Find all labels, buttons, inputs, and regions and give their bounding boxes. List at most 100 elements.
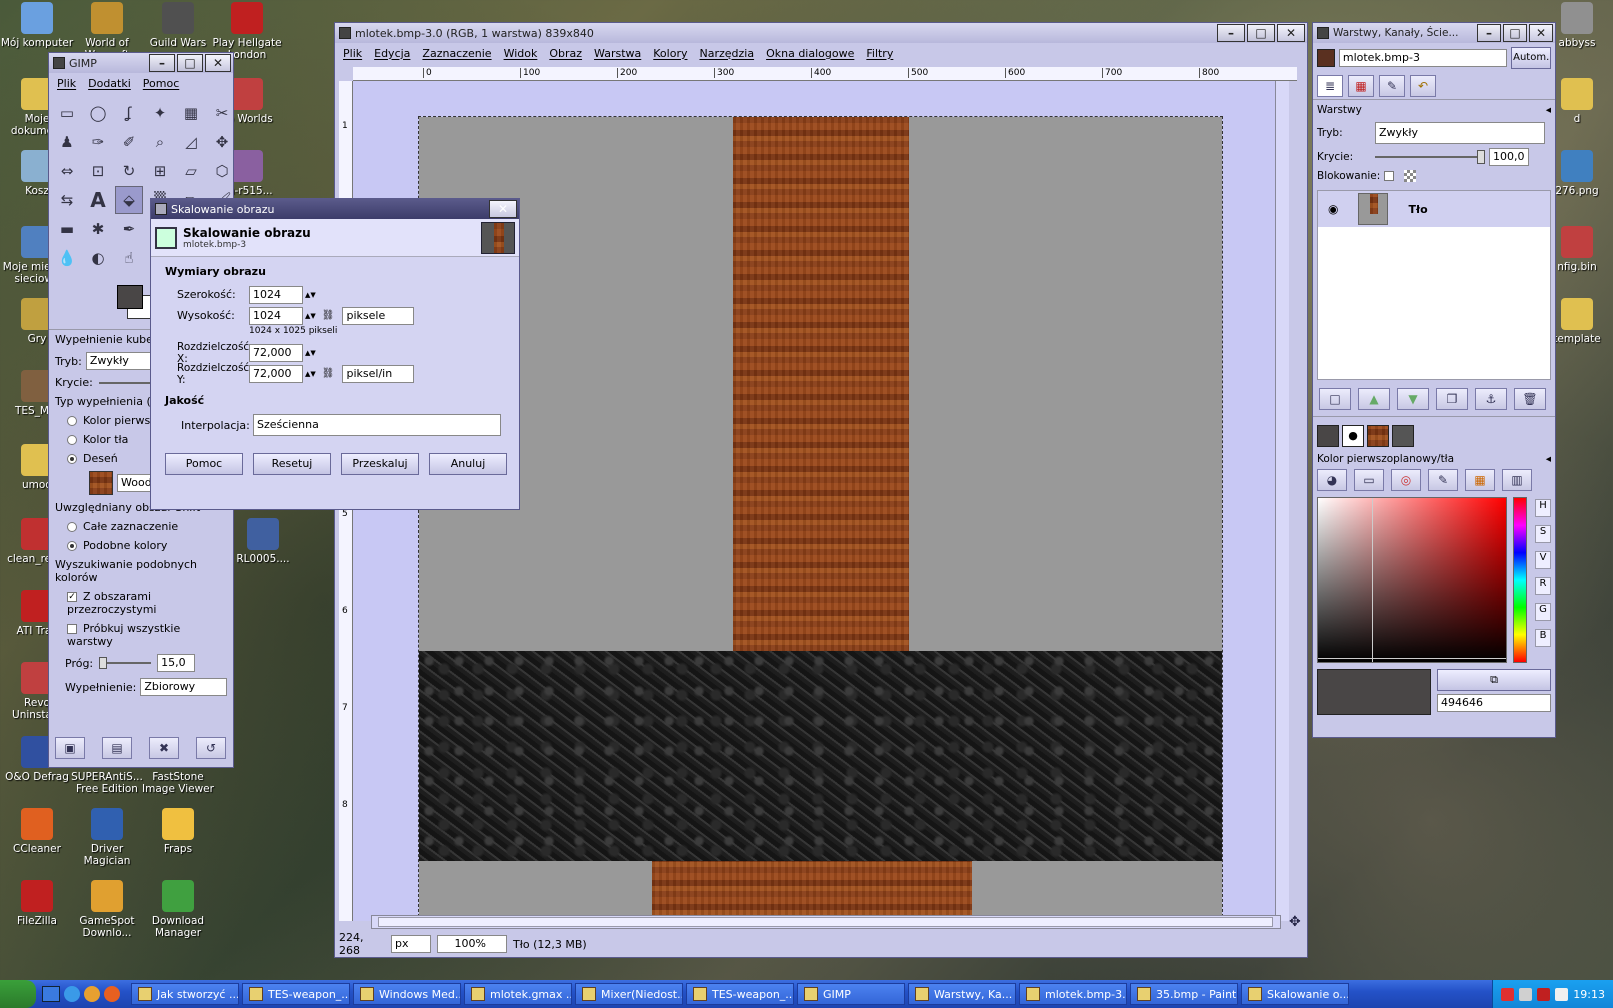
- image-menu-item[interactable]: Narzędzia: [699, 47, 754, 60]
- color-select-icon[interactable]: ▦: [177, 99, 205, 127]
- dialog-titlebar[interactable]: Skalowanie obrazu ✕: [151, 199, 519, 219]
- close-button[interactable]: ✕: [205, 54, 231, 72]
- triangle-selector-icon[interactable]: ◎: [1391, 469, 1421, 491]
- gradient-tab-icon[interactable]: [1392, 425, 1414, 447]
- scissors-icon[interactable]: ✂: [208, 99, 236, 127]
- help-button[interactable]: Pomoc: [165, 453, 243, 475]
- xres-spinner[interactable]: ▲▼: [305, 349, 316, 357]
- quicklaunch-firefox-icon[interactable]: [104, 986, 120, 1002]
- minimize-button[interactable]: –: [149, 54, 175, 72]
- paths-icon[interactable]: ✑: [84, 128, 112, 156]
- measure-icon[interactable]: ◿: [177, 128, 205, 156]
- width-input[interactable]: 1024: [249, 285, 303, 304]
- sample-merged-checkbox[interactable]: [67, 624, 77, 634]
- tray-ati-icon[interactable]: [1537, 987, 1551, 1001]
- tray-network-icon[interactable]: [1519, 987, 1533, 1001]
- image-close-button[interactable]: ✕: [1277, 24, 1305, 42]
- taskbar-task[interactable]: TES-weapon_...: [242, 983, 350, 1005]
- image-titlebar[interactable]: mlotek.bmp-3.0 (RGB, 1 warstwa) 839x840 …: [335, 23, 1307, 43]
- colors-panel-menu-icon[interactable]: ◂: [1546, 453, 1551, 465]
- pattern-swatch[interactable]: [89, 471, 113, 495]
- menu-plik[interactable]: Plik: [57, 77, 76, 90]
- image-menu-item[interactable]: Okna dialogowe: [766, 47, 854, 60]
- new-layer-icon[interactable]: □: [1319, 388, 1351, 410]
- menu-pomoc[interactable]: Pomoc: [143, 77, 179, 90]
- layer-opacity-slider[interactable]: [1375, 150, 1485, 164]
- res-chain-icon[interactable]: ⛓: [322, 368, 335, 379]
- color-picker-icon[interactable]: ✐: [115, 128, 143, 156]
- taskbar-task[interactable]: mlotek.bmp-3...: [1019, 983, 1127, 1005]
- horizontal-ruler[interactable]: 0 100 200 300 400 500 600 700 800: [353, 67, 1297, 81]
- taskbar-task[interactable]: Mixer(Niedost...: [575, 983, 683, 1005]
- transparent-checkbox[interactable]: ✓: [67, 592, 77, 602]
- desktop-icon-guild-wars[interactable]: Guild Wars: [141, 2, 215, 49]
- image-menu-item[interactable]: Widok: [504, 47, 538, 60]
- reset-options-icon[interactable]: ↺: [196, 737, 226, 759]
- fill-pattern-radio[interactable]: [67, 454, 77, 464]
- rotate-icon[interactable]: ↻: [115, 157, 143, 185]
- taskbar-task[interactable]: GIMP: [797, 983, 905, 1005]
- channel-h-button[interactable]: H: [1535, 499, 1551, 517]
- layer-opacity-handle[interactable]: [1477, 150, 1485, 164]
- smudge-alt-icon[interactable]: ☝: [115, 244, 143, 272]
- area-whole-radio[interactable]: [67, 522, 77, 532]
- cancel-button[interactable]: Anuluj: [429, 453, 507, 475]
- scales-selector-icon[interactable]: ▥: [1502, 469, 1532, 491]
- tab-paths-icon[interactable]: ✎: [1379, 75, 1405, 97]
- perspective-icon[interactable]: ⬡: [208, 157, 236, 185]
- ink-icon[interactable]: ✒: [115, 215, 143, 243]
- fill-bg-radio[interactable]: [67, 435, 77, 445]
- image-menu-item[interactable]: Obraz: [549, 47, 582, 60]
- dialog-close-button[interactable]: ✕: [489, 200, 517, 218]
- image-menu-item[interactable]: Warstwa: [594, 47, 641, 60]
- fg-bg-colors[interactable]: [117, 285, 153, 319]
- tray-shield-icon[interactable]: [1501, 987, 1515, 1001]
- zoom-select[interactable]: 100%: [437, 935, 507, 953]
- yres-input[interactable]: 72,000: [249, 364, 303, 383]
- res-unit-select[interactable]: piksel/in: [342, 364, 415, 383]
- duplicate-layer-icon[interactable]: ❐: [1436, 388, 1468, 410]
- reset-button[interactable]: Resetuj: [253, 453, 331, 475]
- desktop-icon-fraps[interactable]: Fraps: [141, 808, 215, 855]
- channel-v-button[interactable]: V: [1535, 551, 1551, 569]
- raise-layer-icon[interactable]: ▲: [1358, 388, 1390, 410]
- quicklaunch-media-icon[interactable]: [84, 986, 100, 1002]
- lower-layer-icon[interactable]: ▼: [1397, 388, 1429, 410]
- clock[interactable]: 19:13: [1573, 988, 1605, 1001]
- lock-alpha-icon[interactable]: [1404, 170, 1417, 182]
- desktop-icon-rl-image[interactable]: RL0005....: [226, 518, 300, 565]
- layer-row[interactable]: ◉ Tło: [1318, 191, 1550, 227]
- fg-color-preview[interactable]: [1317, 669, 1431, 715]
- height-spinner[interactable]: ▲▼: [305, 312, 316, 320]
- image-menu-item[interactable]: Edycja: [374, 47, 410, 60]
- channel-g-button[interactable]: G: [1535, 603, 1551, 621]
- unit-select[interactable]: px: [391, 935, 431, 953]
- quicklaunch-ie-icon[interactable]: [64, 986, 80, 1002]
- channel-b-button[interactable]: B: [1535, 629, 1551, 647]
- size-unit-select[interactable]: piksele: [342, 306, 415, 325]
- fuzzy-select-icon[interactable]: ✦: [146, 99, 174, 127]
- maximize-button[interactable]: □: [177, 54, 203, 72]
- fg-bg-tab-icon[interactable]: [1317, 425, 1339, 447]
- quicklaunch-desktop-icon[interactable]: [42, 986, 60, 1002]
- airbrush-icon[interactable]: ✱: [84, 215, 112, 243]
- threshold-slider[interactable]: [99, 657, 152, 669]
- foreground-color-swatch[interactable]: [117, 285, 143, 309]
- desktop-icon-driver-magician[interactable]: Driver Magician: [70, 808, 144, 867]
- threshold-slider-handle[interactable]: [99, 657, 108, 669]
- color-history-button[interactable]: ⧉: [1437, 669, 1551, 691]
- taskbar-task[interactable]: Windows Med...: [353, 983, 461, 1005]
- hue-strip[interactable]: [1513, 497, 1527, 663]
- navigate-icon[interactable]: ✥: [1289, 915, 1303, 929]
- image-minimize-button[interactable]: –: [1217, 24, 1245, 42]
- tab-undo-icon[interactable]: ↶: [1410, 75, 1436, 97]
- taskbar-task[interactable]: Jak stworzyć ...: [131, 983, 239, 1005]
- pattern-tab-icon[interactable]: [1367, 425, 1389, 447]
- yres-spinner[interactable]: ▲▼: [305, 370, 316, 378]
- color-square[interactable]: [1317, 497, 1507, 663]
- delete-options-icon[interactable]: ✖: [149, 737, 179, 759]
- taskbar-task[interactable]: mlotek.gmax ...: [464, 983, 572, 1005]
- delete-layer-icon[interactable]: 🗑: [1514, 388, 1546, 410]
- text-icon[interactable]: A: [84, 186, 112, 214]
- dodge-icon[interactable]: ◐: [84, 244, 112, 272]
